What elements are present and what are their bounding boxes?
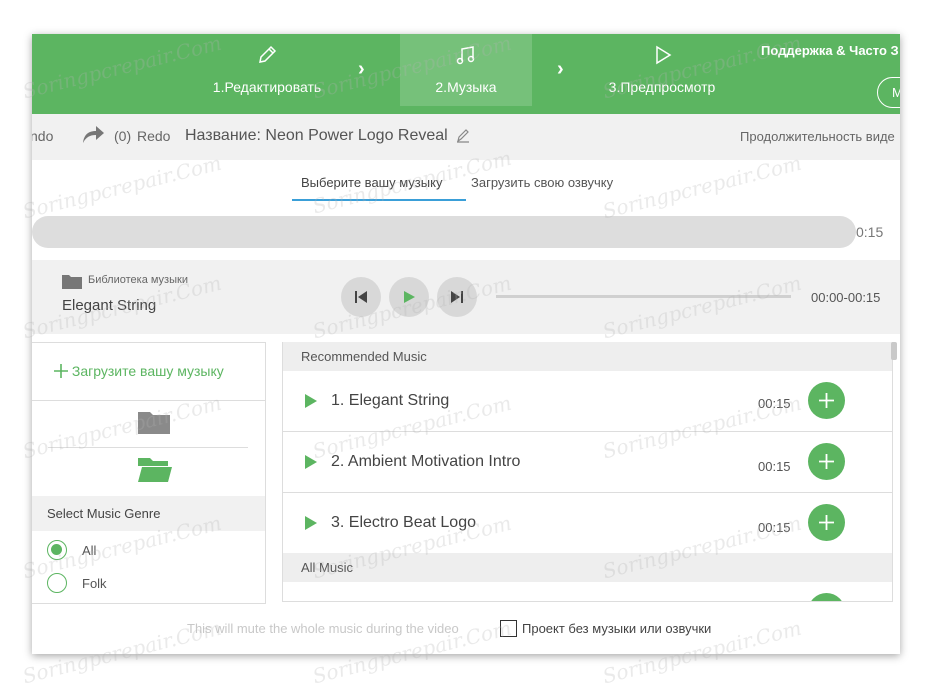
play-outline-icon bbox=[651, 44, 673, 69]
step-edit[interactable]: 1.Редактировать bbox=[200, 34, 334, 106]
step-edit-label: 1.Редактировать bbox=[212, 79, 322, 95]
radio-button[interactable] bbox=[47, 540, 67, 560]
divider bbox=[48, 447, 248, 448]
music-note-icon bbox=[455, 44, 477, 69]
track-duration: 00:15 bbox=[758, 396, 791, 411]
tab-upload-voiceover[interactable]: Загрузить свою озвучку bbox=[471, 175, 613, 190]
add-track-button[interactable] bbox=[808, 382, 845, 419]
steps-bar: 1.Редактировать › 2.Музыка › 3.Предпросм… bbox=[32, 34, 900, 114]
play-button[interactable] bbox=[389, 277, 429, 317]
step-preview[interactable]: 3.Предпросмотр bbox=[592, 34, 732, 106]
recommended-header: Recommended Music bbox=[283, 342, 892, 371]
plus-icon bbox=[819, 454, 834, 469]
folder-icon[interactable] bbox=[138, 412, 170, 439]
add-track-button[interactable] bbox=[808, 443, 845, 480]
play-icon[interactable] bbox=[305, 516, 317, 535]
edit-title-icon[interactable] bbox=[456, 127, 470, 146]
folder-open-icon[interactable] bbox=[138, 458, 172, 487]
step-music[interactable]: 2.Музыка bbox=[400, 34, 532, 106]
plus-icon bbox=[819, 515, 834, 530]
folder-icon bbox=[62, 274, 82, 294]
toolbar: ndo (0) Redo Название: Neon Power Logo R… bbox=[32, 114, 900, 160]
top-right-button[interactable]: М bbox=[877, 77, 900, 108]
plus-icon bbox=[54, 363, 72, 379]
genre-title: Select Music Genre bbox=[32, 496, 265, 531]
project-title: Название: Neon Power Logo Reveal bbox=[185, 127, 448, 144]
music-source-panel: Загрузите вашу музыку Select Music Genre… bbox=[32, 342, 266, 604]
redo-icon[interactable] bbox=[80, 123, 106, 148]
list-item[interactable]: 3. Electro Beat Logo 00:15 bbox=[283, 493, 892, 554]
chevron-right-icon: › bbox=[358, 58, 365, 80]
active-tab-indicator bbox=[292, 199, 466, 201]
add-track-button[interactable] bbox=[808, 504, 845, 541]
genre-label: Folk bbox=[82, 576, 107, 591]
no-music-label[interactable]: Проект без музыки или озвучки bbox=[522, 621, 711, 636]
pencil-icon bbox=[256, 44, 278, 69]
plus-icon bbox=[819, 393, 834, 408]
player-time-range: 00:00-00:15 bbox=[811, 290, 881, 305]
track-duration: 00:15 bbox=[758, 459, 791, 474]
list-scrollbar[interactable] bbox=[891, 342, 897, 360]
list-item[interactable]: 2. Ambient Motivation Intro 00:15 bbox=[283, 432, 892, 493]
step-preview-label: 3.Предпросмотр bbox=[608, 79, 716, 95]
upload-music-label: Загрузите вашу музыку bbox=[71, 363, 224, 379]
no-music-checkbox[interactable] bbox=[500, 620, 517, 637]
timeline-time: 0:15 bbox=[856, 224, 884, 240]
next-track-button[interactable] bbox=[437, 277, 477, 317]
top-right-button-label: М bbox=[892, 85, 900, 100]
play-icon[interactable] bbox=[305, 455, 317, 474]
track-name: 3. Electro Beat Logo bbox=[331, 514, 476, 531]
upload-music-link[interactable]: Загрузите вашу музыку bbox=[54, 363, 224, 379]
add-track-button[interactable] bbox=[808, 593, 845, 601]
music-player: Библиотека музыки Elegant String 00:00-0… bbox=[32, 260, 900, 334]
undo-button[interactable]: ndo bbox=[32, 128, 53, 144]
app-window: 1.Редактировать › 2.Музыка › 3.Предпросм… bbox=[32, 34, 900, 654]
seek-bar[interactable] bbox=[496, 295, 791, 298]
tab-select-music[interactable]: Выберите вашу музыку bbox=[301, 175, 442, 190]
previous-track-button[interactable] bbox=[341, 277, 381, 317]
track-name: 1. Elegant String bbox=[331, 392, 450, 409]
timeline-progress-bar[interactable] bbox=[32, 216, 856, 248]
step-music-label: 2.Музыка bbox=[435, 79, 497, 95]
duration-label: Продолжительность виде bbox=[740, 129, 895, 144]
track-name: 2. Ambient Motivation Intro bbox=[331, 453, 521, 470]
radio-button[interactable] bbox=[47, 573, 67, 593]
list-item[interactable]: 1. Elegant String 00:15 bbox=[283, 371, 892, 432]
redo-count: (0) bbox=[114, 128, 132, 144]
play-icon[interactable] bbox=[305, 394, 317, 413]
redo-button[interactable]: Redo bbox=[137, 128, 170, 144]
current-track-name: Elegant String bbox=[62, 297, 157, 314]
support-link[interactable]: Поддержка & Часто З bbox=[761, 43, 899, 58]
music-list: Recommended Music 1. Elegant String 00:1… bbox=[282, 342, 893, 602]
library-label: Библиотека музыки bbox=[88, 274, 188, 286]
track-duration: 00:15 bbox=[758, 520, 791, 535]
divider bbox=[32, 400, 265, 401]
chevron-right-icon: › bbox=[557, 58, 564, 80]
all-music-header: All Music bbox=[283, 553, 892, 582]
genre-label: All bbox=[82, 543, 97, 558]
mute-note: This will mute the whole music during th… bbox=[187, 621, 459, 636]
